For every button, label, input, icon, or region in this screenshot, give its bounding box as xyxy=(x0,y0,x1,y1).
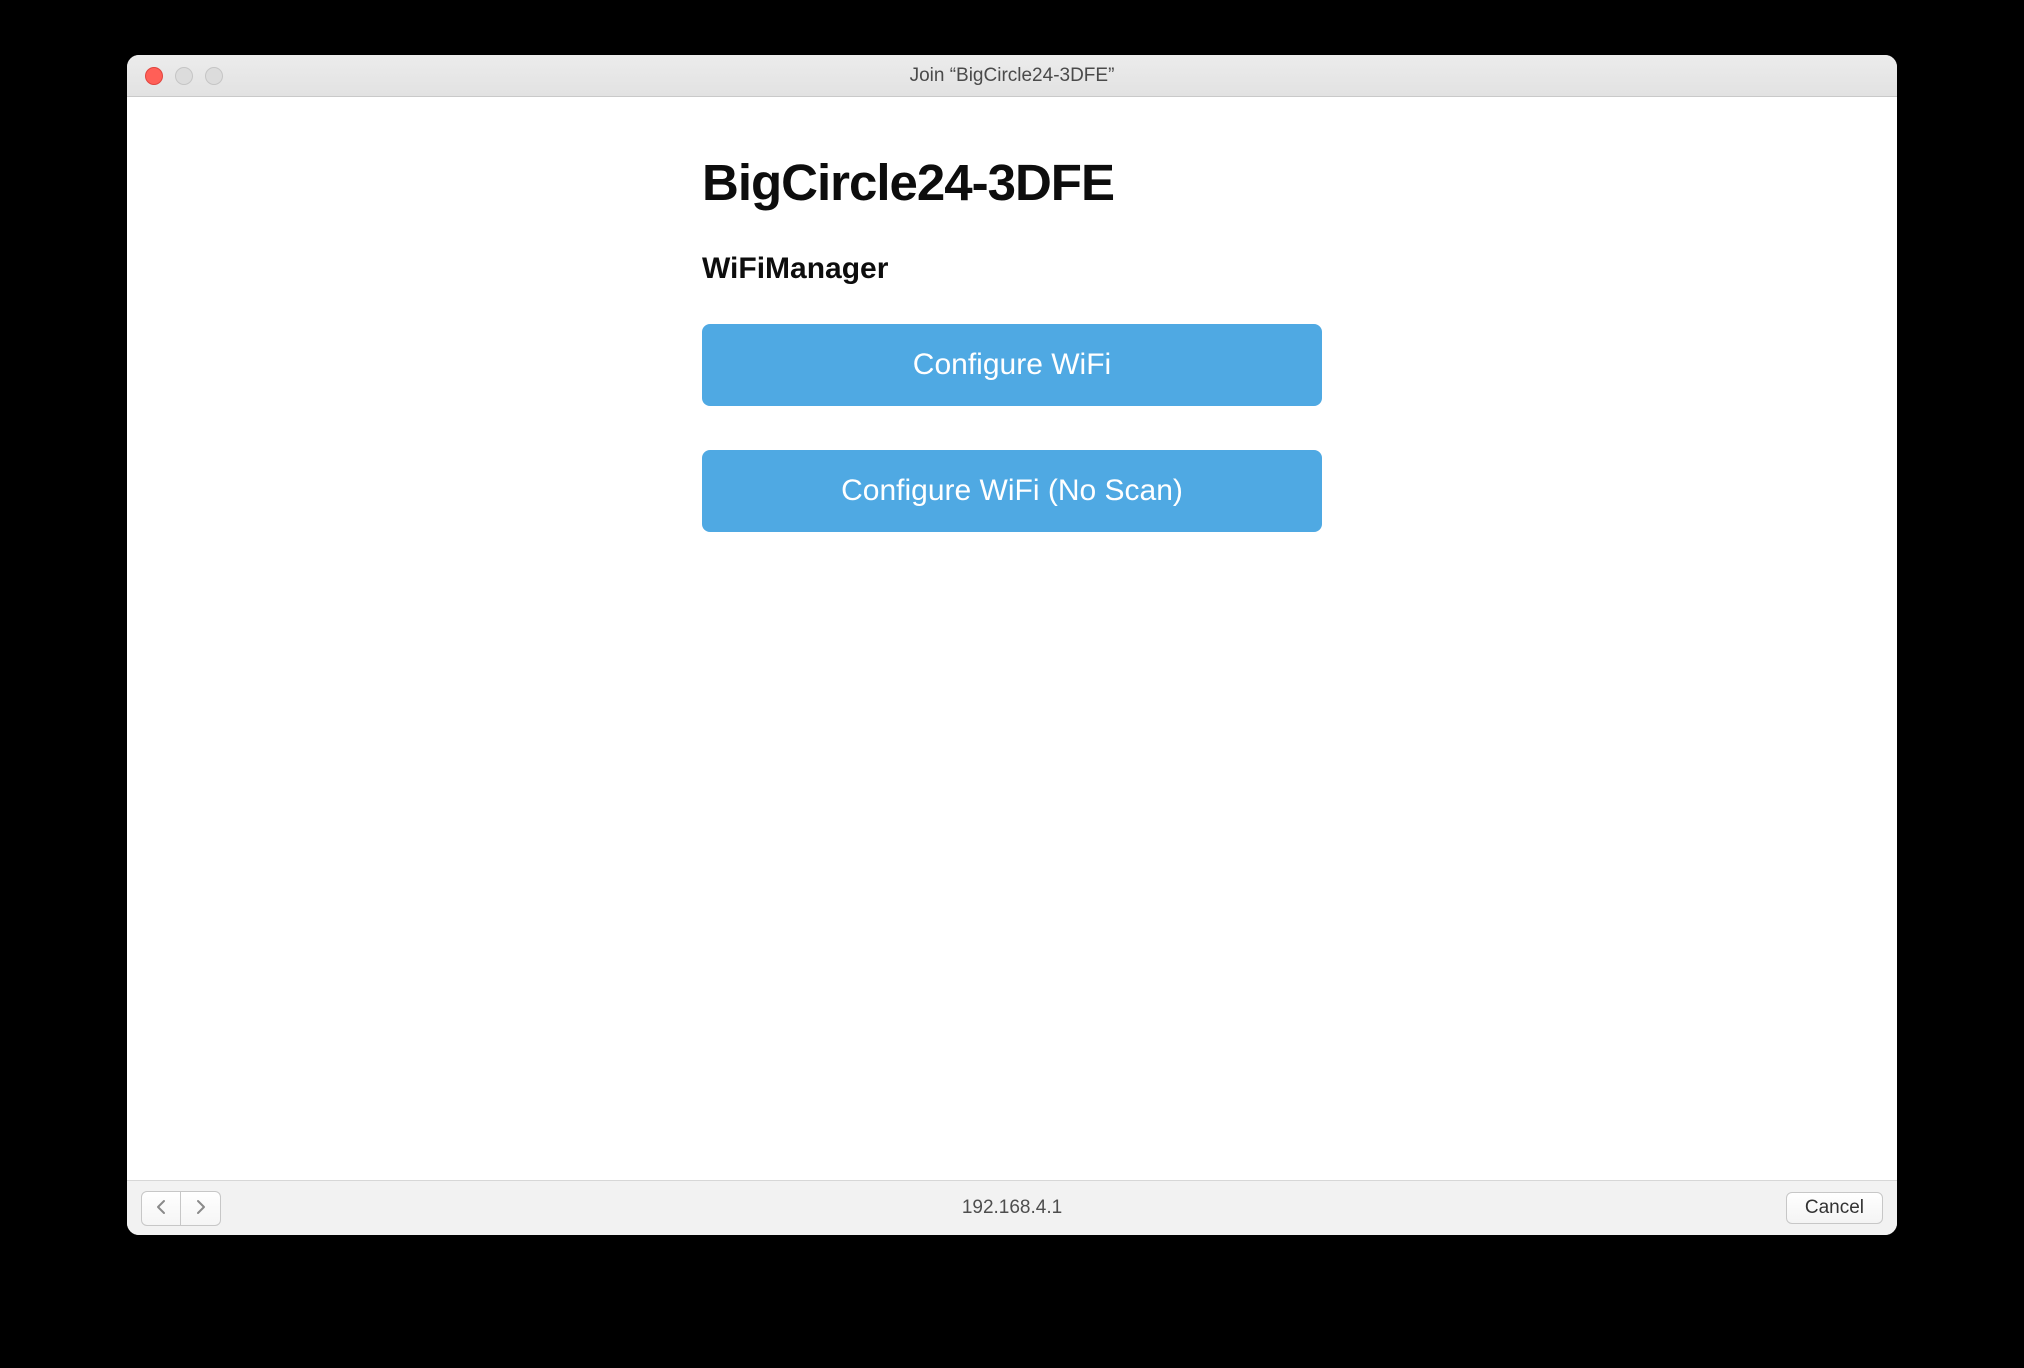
close-icon[interactable] xyxy=(145,67,163,85)
title-bar: Join “BigCircle24-3DFE” xyxy=(127,55,1897,97)
page-title: BigCircle24-3DFE xyxy=(702,153,1322,212)
captive-portal-window: Join “BigCircle24-3DFE” BigCircle24-3DFE… xyxy=(127,55,1897,1235)
maximize-icon xyxy=(205,67,223,85)
forward-button[interactable] xyxy=(181,1191,221,1226)
back-button[interactable] xyxy=(141,1191,181,1226)
nav-buttons xyxy=(141,1191,221,1226)
page-subtitle: WiFiManager xyxy=(702,252,1322,286)
traffic-lights xyxy=(127,67,223,85)
chevron-left-icon xyxy=(155,1195,167,1221)
cancel-button[interactable]: Cancel xyxy=(1786,1192,1883,1224)
configure-wifi-button[interactable]: Configure WiFi xyxy=(702,324,1322,406)
page-inner: BigCircle24-3DFE WiFiManager Configure W… xyxy=(702,153,1322,532)
configure-wifi-noscan-button[interactable]: Configure WiFi (No Scan) xyxy=(702,450,1322,532)
content-area: BigCircle24-3DFE WiFiManager Configure W… xyxy=(127,97,1897,1180)
minimize-icon xyxy=(175,67,193,85)
window-title: Join “BigCircle24-3DFE” xyxy=(127,65,1897,87)
bottom-toolbar: 192.168.4.1 Cancel xyxy=(127,1180,1897,1235)
chevron-right-icon xyxy=(195,1195,207,1221)
address-label: 192.168.4.1 xyxy=(127,1197,1897,1219)
